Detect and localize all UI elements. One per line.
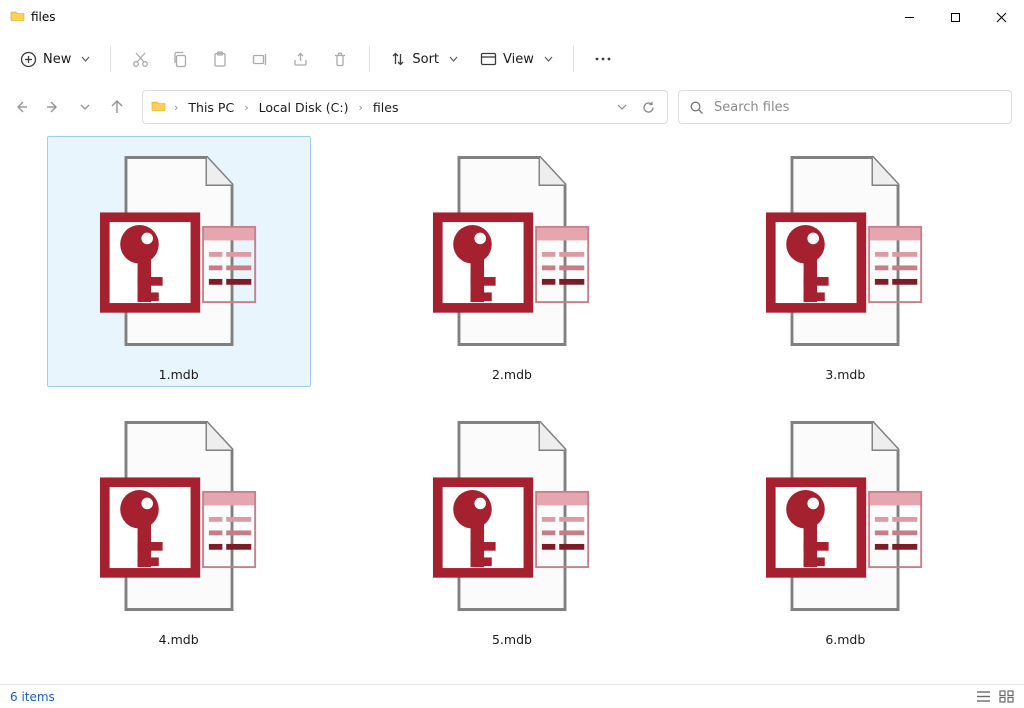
status-bar: 6 items [0, 684, 1024, 708]
copy-icon [172, 51, 188, 68]
share-button[interactable] [283, 42, 317, 76]
mdb-file-icon [99, 406, 259, 626]
trash-icon [332, 51, 348, 68]
file-item[interactable]: 1.mdb [47, 136, 311, 387]
sort-icon [390, 51, 406, 67]
breadcrumb-item[interactable]: files [371, 100, 401, 115]
breadcrumb-item[interactable]: Local Disk (C:) [257, 100, 351, 115]
details-view-button[interactable] [976, 690, 991, 703]
paste-button[interactable] [203, 42, 237, 76]
window-controls [886, 0, 1024, 34]
plus-circle-icon [20, 51, 37, 68]
window-title: files [31, 10, 56, 24]
search-input[interactable] [714, 100, 1001, 115]
file-label: 4.mdb [159, 632, 199, 647]
file-item[interactable]: 3.mdb [713, 136, 977, 387]
recent-dropdown[interactable] [76, 98, 94, 116]
mdb-file-icon [765, 406, 925, 626]
file-item[interactable]: 4.mdb [47, 401, 311, 652]
scissors-icon [132, 51, 149, 68]
sort-label: Sort [412, 52, 439, 67]
copy-button[interactable] [163, 42, 197, 76]
chevron-right-icon: › [240, 101, 252, 114]
icons-view-button[interactable] [999, 690, 1014, 703]
view-label: View [503, 52, 534, 67]
cut-button[interactable] [123, 42, 157, 76]
folder-icon [10, 9, 25, 25]
file-label: 5.mdb [492, 632, 532, 647]
file-area[interactable]: 1.mdb 2.mdb 3.mdb 4.mdb 5.mdb 6.mdb [0, 130, 1024, 684]
rename-button[interactable] [243, 42, 277, 76]
sort-button[interactable]: Sort [382, 42, 466, 76]
clipboard-icon [212, 51, 228, 68]
close-button[interactable] [978, 0, 1024, 34]
back-button[interactable] [12, 98, 30, 116]
delete-button[interactable] [323, 42, 357, 76]
address-bar[interactable]: › This PC › Local Disk (C:) › files [142, 90, 668, 124]
file-label: 1.mdb [159, 367, 199, 382]
refresh-button[interactable] [637, 96, 659, 118]
folder-icon [151, 99, 166, 115]
rename-icon [252, 51, 269, 68]
toolbar: New Sort View [0, 34, 1024, 84]
ellipsis-icon [594, 56, 612, 62]
minimize-button[interactable] [886, 0, 932, 34]
chevron-down-icon [449, 55, 458, 64]
file-item[interactable]: 2.mdb [380, 136, 644, 387]
nav-row: › This PC › Local Disk (C:) › files [0, 84, 1024, 130]
maximize-button[interactable] [932, 0, 978, 34]
chevron-right-icon: › [355, 101, 367, 114]
chevron-down-icon [544, 55, 553, 64]
mdb-file-icon [765, 141, 925, 361]
address-dropdown[interactable] [611, 96, 633, 118]
titlebar: files [0, 0, 1024, 34]
mdb-file-icon [432, 406, 592, 626]
mdb-file-icon [99, 141, 259, 361]
search-icon [689, 100, 704, 115]
file-label: 3.mdb [825, 367, 865, 382]
forward-button[interactable] [44, 98, 62, 116]
mdb-file-icon [432, 141, 592, 361]
file-item[interactable]: 5.mdb [380, 401, 644, 652]
new-label: New [43, 52, 71, 67]
status-count: 6 items [10, 690, 55, 704]
view-icon [480, 52, 497, 67]
file-item[interactable]: 6.mdb [713, 401, 977, 652]
file-label: 6.mdb [825, 632, 865, 647]
breadcrumb-item[interactable]: This PC [186, 100, 236, 115]
up-button[interactable] [108, 98, 126, 116]
share-icon [292, 51, 309, 68]
chevron-down-icon [81, 55, 90, 64]
search-box[interactable] [678, 90, 1012, 124]
new-button[interactable]: New [12, 42, 98, 76]
more-button[interactable] [586, 42, 620, 76]
file-label: 2.mdb [492, 367, 532, 382]
view-button[interactable]: View [472, 42, 561, 76]
chevron-right-icon: › [170, 101, 182, 114]
